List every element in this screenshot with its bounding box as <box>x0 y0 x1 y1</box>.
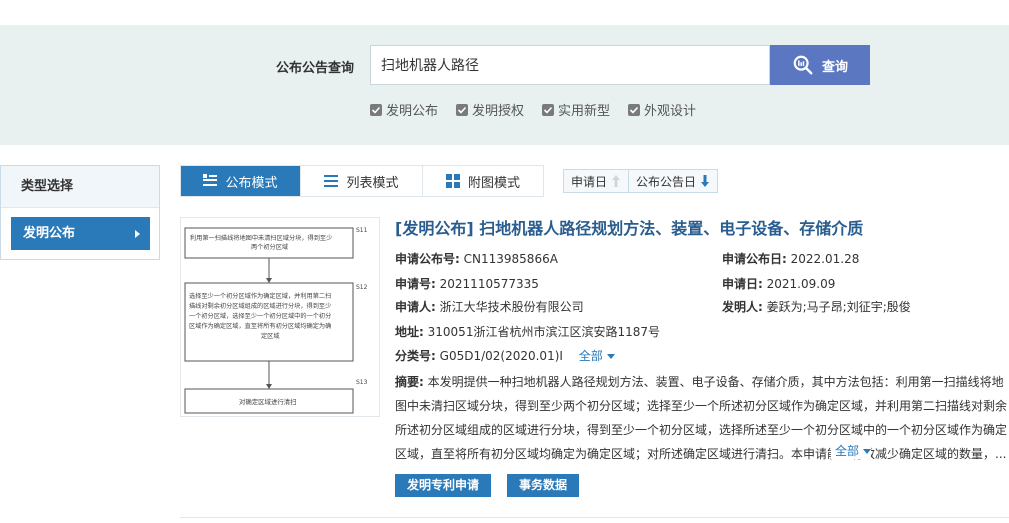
abstract-text: 本发明提供一种扫地机器人路径规划方法、装置、电子设备、存储介质，其中方法包括：利… <box>395 375 1008 461</box>
checkbox-invention-grant[interactable]: 发明授权 <box>456 100 524 119</box>
classification: 分类号: G05D1/02(2020.01)I 全部 <box>395 347 615 364</box>
search-input[interactable] <box>370 45 770 85</box>
sidebar-item-invention-publication[interactable]: 发明公布 <box>11 217 150 250</box>
tab-list-mode[interactable]: 列表模式 <box>301 166 423 196</box>
checkbox-label: 发明授权 <box>472 104 525 119</box>
sort-options: 申请日 公布公告日 <box>563 169 719 193</box>
sort-label: 申请日 <box>571 174 608 189</box>
checkbox-design[interactable]: 外观设计 <box>628 100 696 119</box>
abstract-more-link[interactable]: 全部 <box>831 442 872 459</box>
tab-label: 附图模式 <box>467 175 520 191</box>
transaction-data-button[interactable]: 事务数据 <box>507 474 580 497</box>
patent-drawing-thumbnail[interactable]: 利用第一扫描线将地图中未清扫区域分块，得到至少两个初分区域 S11 选择至少一个… <box>180 217 380 417</box>
checkbox-invention-publication[interactable]: 发明公布 <box>370 100 438 119</box>
arrow-down-icon <box>701 175 710 187</box>
chevron-down-icon <box>606 354 615 359</box>
sidebar-title: 类型选择 <box>1 166 159 208</box>
arrow-up-icon <box>612 175 621 187</box>
address: 地址: 310051浙江省杭州市滨江区滨安路1187号 <box>395 325 660 339</box>
flowchart-step-code: S12 <box>356 284 368 291</box>
sort-by-publication-date[interactable]: 公布公告日 <box>629 170 717 192</box>
flowchart-step-text: 利用第一扫描线将地图中未清扫区域分块，得到至少两个初分区域 <box>190 234 332 251</box>
checkbox-utility-model[interactable]: 实用新型 <box>542 100 610 119</box>
checkbox-label: 发明公布 <box>386 104 439 119</box>
inventors: 发明人: 姜跃为;马子昂;刘征宇;殷俊 <box>722 300 911 314</box>
flowchart-step-text: 选择至少一个初分区域作为确定区域，并利用第二扫描线对剩余初分区域组成的区域进行分… <box>189 292 331 340</box>
flowchart-step-code: S13 <box>356 379 368 386</box>
sort-label: 公布公告日 <box>636 174 697 189</box>
flowchart-image: 利用第一扫描线将地图中未清扫区域分块，得到至少两个初分区域 S11 选择至少一个… <box>184 227 368 414</box>
application-number: 申请号: 2021110577335 <box>395 277 539 291</box>
publication-date: 申请公布日: 2022.01.28 <box>722 252 860 266</box>
abstract: 摘要: 本发明提供一种扫地机器人路径规划方法、装置、电子设备、存储介质，其中方法… <box>395 375 1008 461</box>
sidebar-item-label: 发明公布 <box>23 226 76 241</box>
type-checkboxes: 发明公布 发明授权 实用新型 外观设计 <box>370 100 696 119</box>
search-label: 公布公告查询 <box>276 61 355 76</box>
search-button-label: 查询 <box>821 59 848 75</box>
checkbox-checked-icon[interactable] <box>456 103 469 116</box>
flowchart-step-text: 对确定区域进行清扫 <box>239 397 297 406</box>
tab-label: 公布模式 <box>225 175 278 191</box>
sort-by-application-date[interactable]: 申请日 <box>564 170 630 192</box>
publication-number: 申请公布号: CN113985866A <box>395 252 558 266</box>
divider <box>180 517 1009 518</box>
checkbox-label: 外观设计 <box>644 104 697 119</box>
invention-application-button[interactable]: 发明专利申请 <box>395 474 492 497</box>
type-sidebar: 类型选择 发明公布 <box>0 165 160 260</box>
result-title-link[interactable]: [发明公布] 扫地机器人路径规划方法、装置、电子设备、存储介质 <box>395 215 863 239</box>
checkbox-checked-icon[interactable] <box>370 103 382 116</box>
grid-icon <box>445 174 460 188</box>
checkbox-checked-icon[interactable] <box>542 103 555 116</box>
applicant: 申请人: 浙江大华技术股份有限公司 <box>395 300 584 314</box>
tab-figure-mode[interactable]: 附图模式 <box>423 166 543 196</box>
checkbox-label: 实用新型 <box>558 104 611 119</box>
list-detail-icon <box>203 174 218 186</box>
classification-more-link[interactable]: 全部 <box>579 349 615 363</box>
search-button[interactable]: 查询 <box>770 45 870 85</box>
flowchart-step-code: S11 <box>356 227 368 234</box>
chevron-down-icon <box>863 449 872 454</box>
checkbox-checked-icon[interactable] <box>628 103 641 116</box>
view-mode-tabs: 公布模式 列表模式 附图模式 <box>180 165 544 197</box>
list-icon <box>324 175 339 187</box>
application-date: 申请日: 2021.09.09 <box>722 277 836 291</box>
search-icon <box>793 55 813 75</box>
tab-publication-mode[interactable]: 公布模式 <box>181 166 301 196</box>
search-panel: 公布公告查询 查询 发明公布 发明授权 实用新型 外观设计 <box>0 25 1009 145</box>
caret-right-icon <box>135 230 140 238</box>
tab-label: 列表模式 <box>346 175 399 191</box>
